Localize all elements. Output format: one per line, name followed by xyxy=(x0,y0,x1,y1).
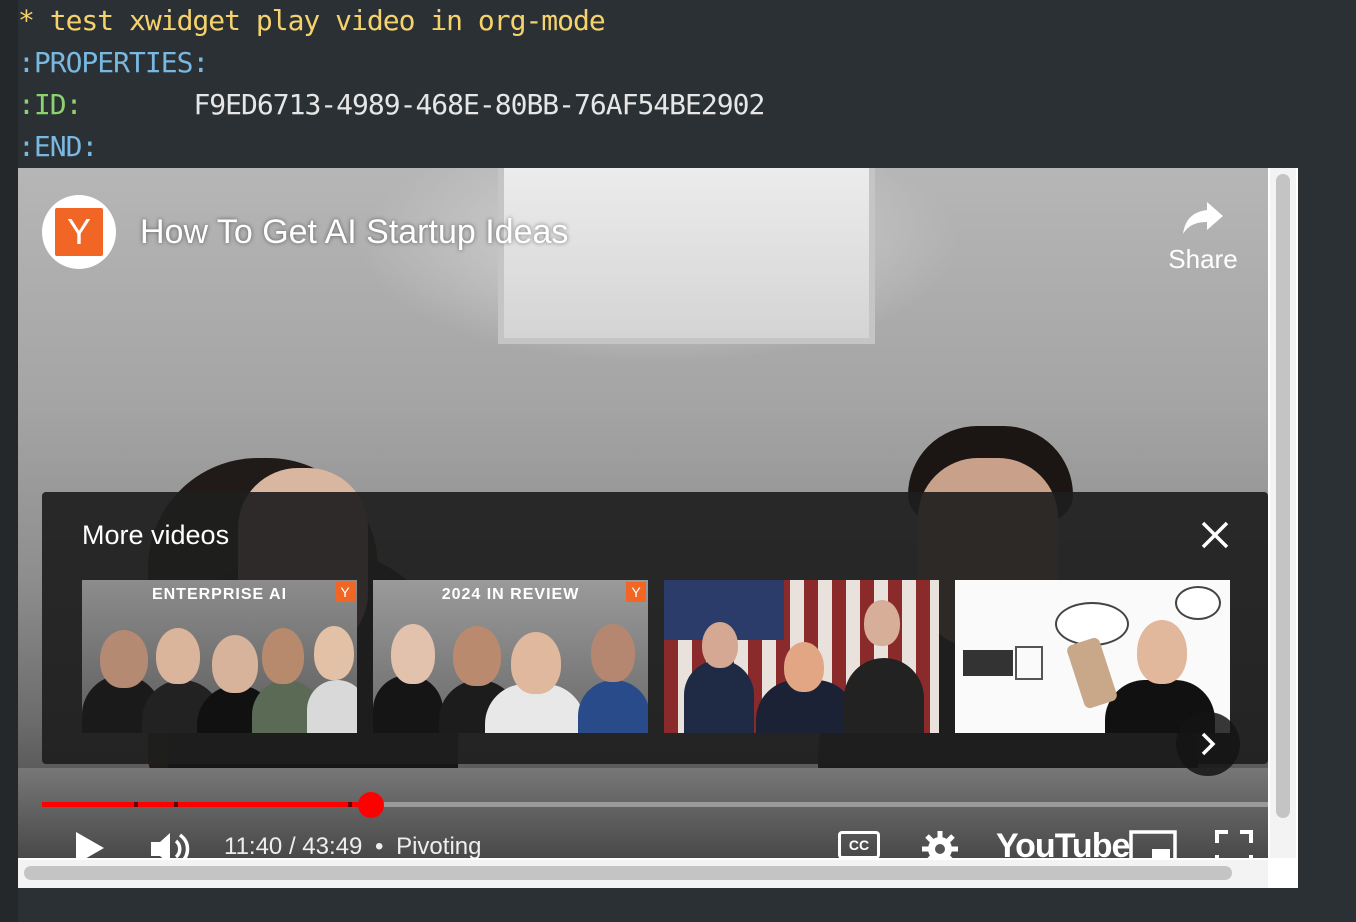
player-controls: 11:40 / 43:49 • Pivoting CC YouTube xyxy=(18,823,1268,858)
next-videos-button[interactable] xyxy=(1176,712,1240,776)
id-property-line: :ID: F9ED6713-4989-468E-80BB-76AF54BE2902 xyxy=(18,84,765,126)
horizontal-scrollbar-thumb[interactable] xyxy=(24,866,1232,880)
thumb-person xyxy=(100,630,148,688)
video-thumbnail-3[interactable] xyxy=(664,580,939,733)
thumb-person xyxy=(578,680,648,733)
chapter-marker xyxy=(174,802,178,807)
org-heading[interactable]: * test xwidget play video in org-mode xyxy=(18,0,606,42)
channel-avatar[interactable]: Y xyxy=(42,195,116,269)
thumbnail-badge: Y xyxy=(626,582,646,602)
video-title[interactable]: How To Get AI Startup Ideas xyxy=(140,213,568,252)
progress-scrubber[interactable] xyxy=(358,792,384,818)
chapter-title[interactable]: Pivoting xyxy=(396,833,481,858)
share-button[interactable]: Share xyxy=(1158,198,1248,275)
thumb-person xyxy=(453,626,501,686)
thumb-person xyxy=(156,628,200,684)
share-label: Share xyxy=(1168,244,1238,274)
thumb-person xyxy=(844,658,924,733)
play-icon[interactable] xyxy=(72,829,106,858)
thumbnail-caption: 2024 IN REVIEW xyxy=(441,586,580,603)
phone-in-hand xyxy=(1065,636,1119,710)
thumb-person xyxy=(702,622,738,668)
time-display: 11:40 / 43:49 • Pivoting xyxy=(224,833,481,858)
video-thumbnail-4[interactable] xyxy=(955,580,1230,733)
thumb-person xyxy=(307,680,357,733)
subtitles-button[interactable]: CC xyxy=(838,831,880,858)
time-separator: • xyxy=(375,833,384,858)
properties-drawer-end: :END: xyxy=(18,130,98,163)
diagram-box xyxy=(963,650,1013,676)
id-property-key: :ID: xyxy=(18,88,82,121)
thumb-person xyxy=(684,660,754,733)
youtube-logo[interactable]: YouTube xyxy=(996,827,1130,858)
thumb-person xyxy=(591,624,635,682)
thumb-person xyxy=(391,624,435,684)
vertical-scrollbar-thumb[interactable] xyxy=(1276,174,1290,818)
subtitles-label: CC xyxy=(848,837,870,853)
more-videos-list: ENTERPRISE AI Y 2024 IN REVIEW Y xyxy=(82,580,1242,776)
volume-icon[interactable] xyxy=(148,829,194,858)
share-icon xyxy=(1183,202,1223,234)
more-videos-panel: More videos ENTERPRISE AI Y 2024 IN REVI… xyxy=(42,492,1268,776)
id-property-value: F9ED6713-4989-468E-80BB-76AF54BE2902 xyxy=(193,88,765,121)
xwidget-webkit-frame: Y How To Get AI Startup Ideas Share More… xyxy=(18,168,1298,888)
video-thumbnail-2[interactable]: 2024 IN REVIEW Y xyxy=(373,580,648,733)
properties-drawer-start: :PROPERTIES: xyxy=(18,46,209,79)
chapter-marker xyxy=(348,802,352,807)
thumb-person xyxy=(511,632,561,694)
thumb-person xyxy=(212,635,258,693)
video-player[interactable]: Y How To Get AI Startup Ideas Share More… xyxy=(18,168,1268,858)
close-icon[interactable] xyxy=(1198,518,1232,552)
chapter-marker xyxy=(134,802,138,807)
settings-icon[interactable] xyxy=(920,829,960,858)
thumb-person xyxy=(262,628,304,684)
fullscreen-icon[interactable] xyxy=(1214,829,1254,858)
time-readout: 11:40 / 43:49 xyxy=(224,833,363,858)
speech-bubble xyxy=(1175,586,1221,620)
more-videos-title: More videos xyxy=(82,520,230,550)
left-fringe xyxy=(0,0,18,922)
channel-logo-letter: Y xyxy=(55,208,103,256)
chevron-right-icon xyxy=(1201,732,1216,756)
video-title-bar: Y How To Get AI Startup Ideas xyxy=(42,192,568,272)
video-thumbnail-1[interactable]: ENTERPRISE AI Y xyxy=(82,580,357,733)
thumbnail-caption: ENTERPRISE AI xyxy=(151,586,288,603)
miniplayer-icon[interactable] xyxy=(1128,829,1178,858)
thumb-person xyxy=(1137,620,1187,684)
progress-played xyxy=(42,802,371,807)
diagram-box xyxy=(1015,646,1043,680)
progress-bar[interactable] xyxy=(42,792,1268,818)
thumbnail-badge: Y xyxy=(335,582,355,602)
thumb-person xyxy=(864,600,900,646)
thumb-person xyxy=(314,626,354,680)
thumb-person xyxy=(784,642,824,692)
